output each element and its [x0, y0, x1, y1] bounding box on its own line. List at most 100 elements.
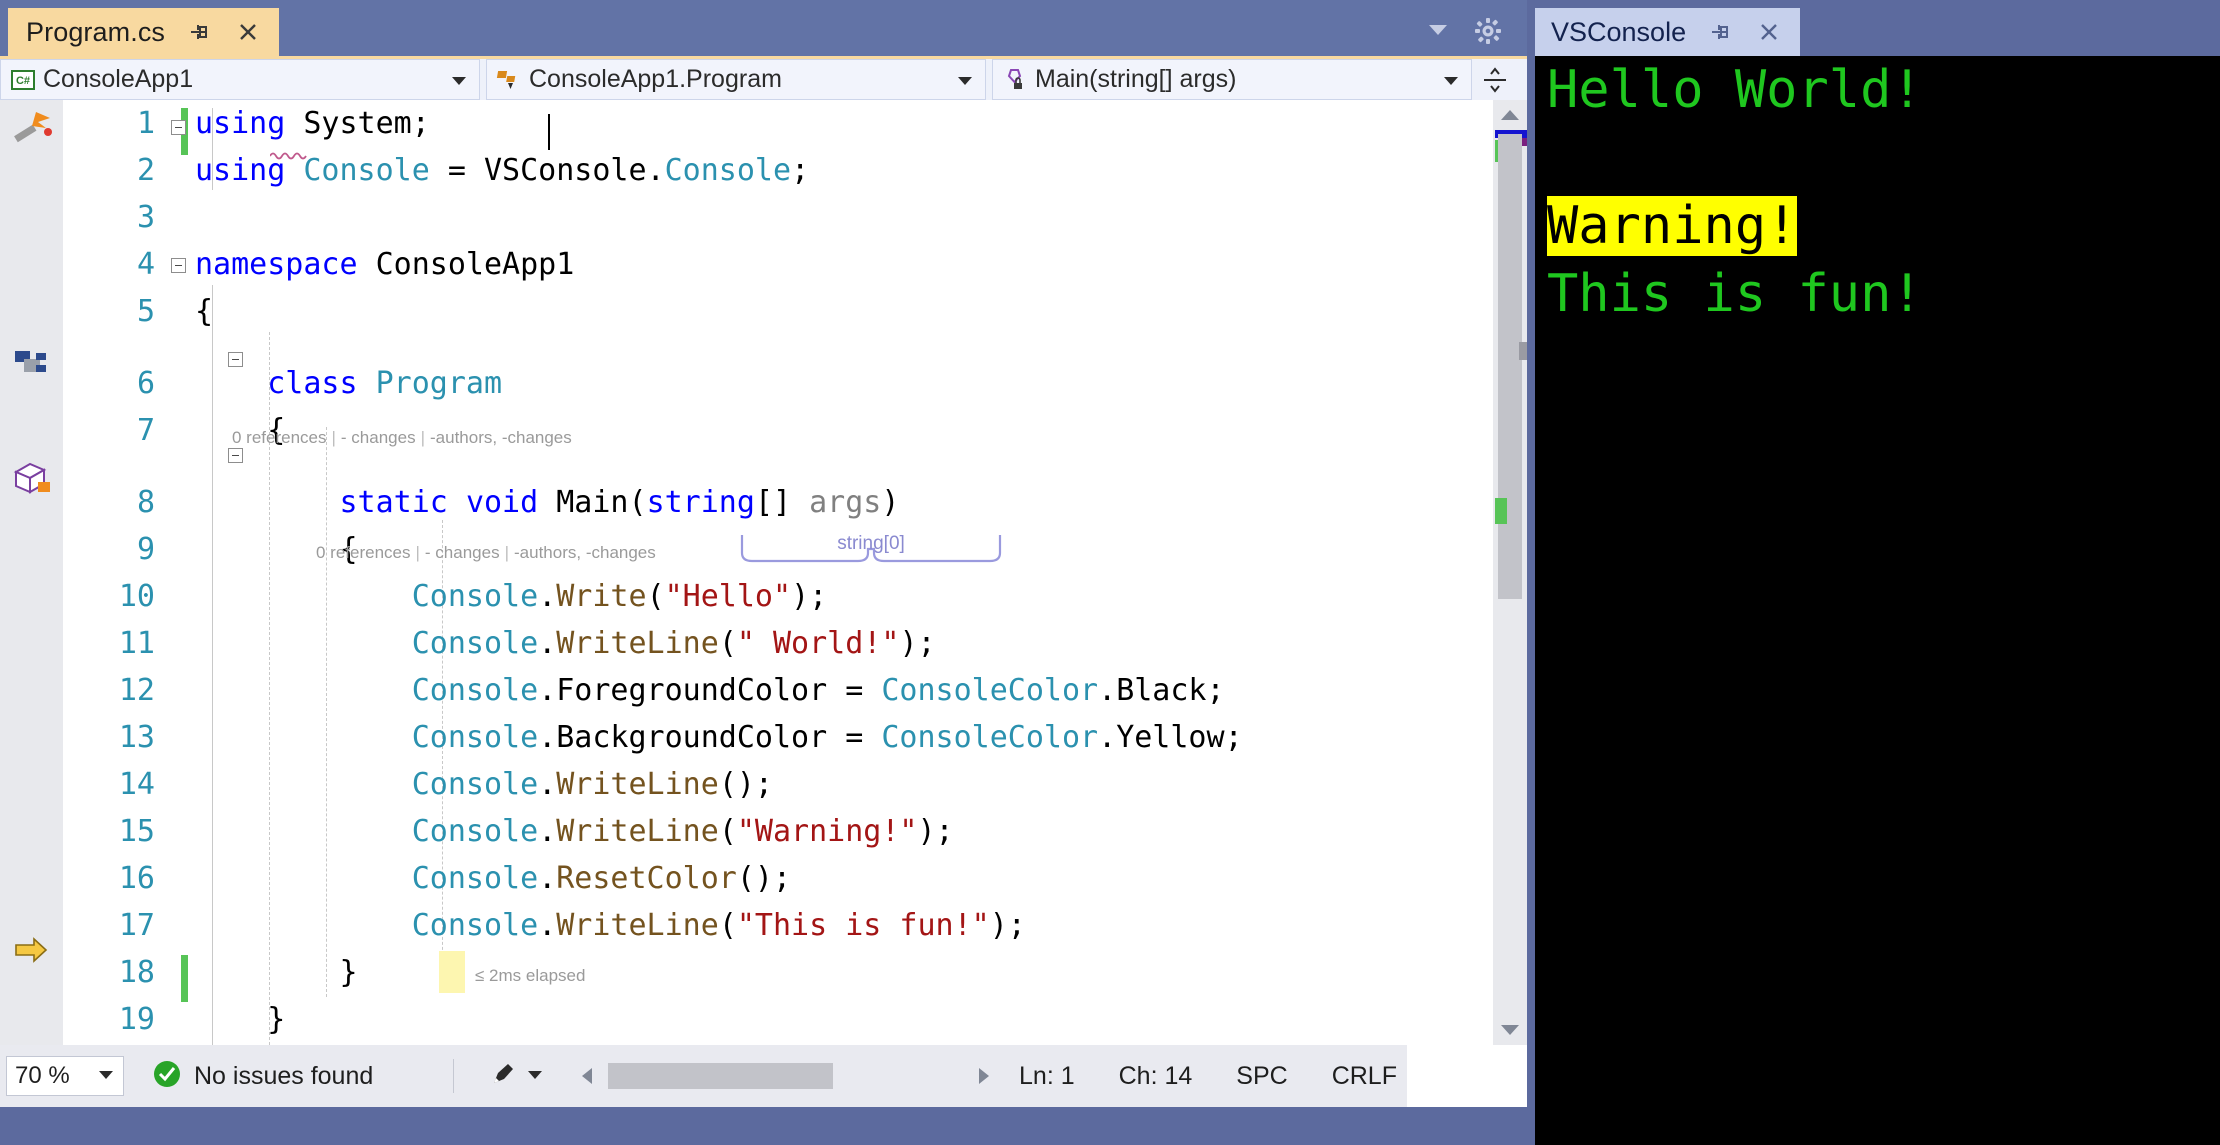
issues-status[interactable]: No issues found — [152, 1059, 373, 1094]
code-line[interactable]: 5{ — [63, 288, 1527, 335]
vertical-scrollbar[interactable] — [1493, 100, 1527, 1045]
member-selector-label: Main(string[] args) — [1035, 65, 1439, 94]
code-token: ) — [881, 485, 899, 520]
line-text[interactable]: } — [195, 949, 358, 996]
close-icon[interactable] — [231, 15, 265, 49]
code-line[interactable]: 8 static void Main(string[] args) — [63, 479, 1527, 526]
code-line[interactable]: 14 Console.WriteLine(); — [63, 761, 1527, 808]
code-line[interactable]: 4namespace ConsoleApp1 — [63, 241, 1527, 288]
code-token — [195, 908, 412, 943]
quick-actions-icon[interactable] — [8, 108, 56, 148]
code-token: Yellow — [1116, 720, 1224, 755]
module-cube-icon[interactable] — [8, 458, 56, 498]
horizontal-scroll-thumb[interactable] — [608, 1063, 833, 1089]
line-text[interactable]: using System; — [195, 100, 430, 147]
codelens-changes[interactable]: - changes — [425, 543, 500, 562]
code-token: "Warning!" — [737, 814, 918, 849]
code-token: [] — [755, 485, 809, 520]
console-tab[interactable]: VSConsole — [1535, 8, 1800, 56]
gear-icon[interactable] — [1471, 14, 1505, 48]
document-tab-program-cs[interactable]: Program.cs — [8, 8, 279, 56]
code-line[interactable]: 16 Console.ResetColor(); — [63, 855, 1527, 902]
code-line[interactable]: 6 class Program — [63, 360, 1527, 407]
scroll-left-button[interactable] — [570, 1056, 604, 1096]
line-text[interactable]: { — [195, 288, 213, 335]
glyph-margin[interactable] — [0, 100, 63, 1045]
line-text[interactable]: Console.WriteLine("This is fun!"); — [195, 902, 1026, 949]
codelens-divider: | — [416, 543, 420, 562]
horizontal-scrollbar[interactable] — [570, 1056, 1001, 1096]
code-token: Black — [1116, 673, 1206, 708]
line-text[interactable]: class Program — [195, 360, 502, 407]
code-token: ; — [412, 106, 430, 141]
codelens-authors[interactable]: -authors, -changes — [514, 543, 656, 562]
pin-icon[interactable] — [1702, 15, 1736, 49]
console-output[interactable]: Hello World! Warning!This is fun! — [1535, 56, 2220, 1145]
line-number: 9 — [63, 526, 155, 573]
line-text[interactable]: Console.WriteLine(); — [195, 761, 773, 808]
codelens-authors[interactable]: -authors, -changes — [430, 428, 572, 447]
code-token: Console — [412, 767, 538, 802]
code-line[interactable]: 17 Console.WriteLine("This is fun!"); — [63, 902, 1527, 949]
codelens-changes[interactable]: - changes — [341, 428, 416, 447]
console-tabstrip: VSConsole — [1527, 0, 2220, 56]
current-statement-arrow-icon[interactable] — [8, 930, 56, 970]
code-line[interactable]: 12 Console.ForegroundColor = ConsoleColo… — [63, 667, 1527, 714]
code-line[interactable]: 10 Console.Write("Hello"); — [63, 573, 1527, 620]
code-line[interactable]: 11 Console.WriteLine(" World!"); — [63, 620, 1527, 667]
code-token — [538, 485, 556, 520]
scrollbar-thumb[interactable] — [1498, 134, 1522, 599]
type-selector-dropdown[interactable]: ConsoleApp1.Program — [486, 59, 986, 100]
chevron-down-icon[interactable] — [1439, 68, 1463, 92]
code-text-area[interactable]: 1using System;2using Console = VSConsole… — [63, 100, 1527, 1045]
indent-mode-label: SPC — [1236, 1062, 1287, 1091]
code-token: VSConsole — [484, 153, 647, 188]
scroll-up-button[interactable] — [1493, 102, 1527, 128]
horizontal-scroll-track[interactable] — [604, 1063, 967, 1089]
code-line[interactable]: 1using System; — [63, 100, 1527, 147]
member-selector-dropdown[interactable]: Main(string[] args) — [992, 59, 1472, 100]
codelens-line-6[interactable]: 0 references|- changes|-authors, -change… — [232, 428, 572, 448]
codelens-line-8[interactable]: 0 references|- changes|-authors, -change… — [316, 543, 656, 563]
code-token: "Hello" — [665, 579, 791, 614]
pin-icon[interactable] — [181, 15, 215, 49]
code-line[interactable]: 19 } — [63, 996, 1527, 1043]
line-text[interactable]: Console.ResetColor(); — [195, 855, 791, 902]
document-tabstrip: Program.cs — [0, 0, 1527, 56]
close-icon[interactable] — [1752, 15, 1786, 49]
code-line[interactable]: 18 } — [63, 949, 1527, 996]
code-line[interactable]: 13 Console.BackgroundColor = ConsoleColo… — [63, 714, 1527, 761]
line-text[interactable]: static void Main(string[] args) — [195, 479, 899, 526]
code-token — [285, 106, 303, 141]
tab-overflow-chevron-down-icon[interactable] — [1421, 14, 1455, 44]
code-line[interactable]: 3 — [63, 194, 1527, 241]
zoom-level-dropdown[interactable]: 70 % — [6, 1056, 124, 1096]
code-token: static — [340, 485, 448, 520]
code-line[interactable]: 15 Console.WriteLine("Warning!"); — [63, 808, 1527, 855]
code-token: ResetColor — [556, 861, 737, 896]
chevron-down-icon[interactable] — [526, 1067, 544, 1085]
line-number: 19 — [63, 996, 155, 1043]
feedback-pen-button[interactable] — [488, 1059, 544, 1094]
code-token: class — [267, 366, 357, 401]
codelens-references[interactable]: 0 references — [316, 543, 411, 562]
scroll-right-button[interactable] — [967, 1056, 1001, 1096]
text-caret — [548, 114, 550, 150]
scroll-down-button[interactable] — [1493, 1017, 1527, 1043]
line-text[interactable]: Console.WriteLine(" World!"); — [195, 620, 936, 667]
split-window-button[interactable] — [1472, 59, 1518, 100]
line-text[interactable]: namespace ConsoleApp1 — [195, 241, 574, 288]
project-selector-dropdown[interactable]: C# ConsoleApp1 — [0, 59, 480, 100]
line-text[interactable]: Console.ForegroundColor = ConsoleColor.B… — [195, 667, 1225, 714]
line-text[interactable]: Console.BackgroundColor = ConsoleColor.Y… — [195, 714, 1243, 761]
class-structure-icon[interactable] — [8, 343, 56, 383]
codelens-references[interactable]: 0 references — [232, 428, 327, 447]
line-text[interactable]: Console.Write("Hello"); — [195, 573, 827, 620]
chevron-down-icon[interactable] — [953, 68, 977, 92]
chevron-down-icon[interactable] — [97, 1067, 115, 1085]
line-text[interactable]: } — [195, 996, 285, 1043]
line-text[interactable]: Console.WriteLine("Warning!"); — [195, 808, 954, 855]
chevron-down-icon[interactable] — [447, 68, 471, 92]
code-editor[interactable]: 1using System;2using Console = VSConsole… — [0, 100, 1527, 1045]
line-number: 5 — [63, 288, 155, 335]
